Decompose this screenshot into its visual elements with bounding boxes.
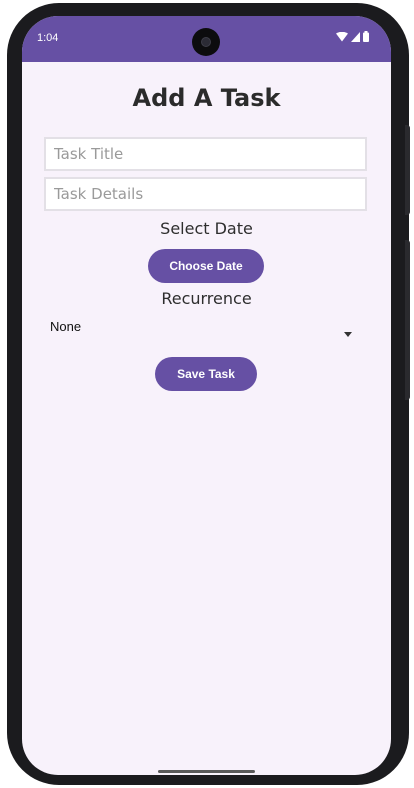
task-details-input[interactable] (44, 177, 367, 211)
app-screen: 1:04 Add A Task Task Title Task Details … (22, 16, 391, 775)
power-button (405, 240, 410, 400)
home-indicator[interactable] (158, 770, 255, 773)
status-time: 1:04 (37, 32, 59, 44)
task-title-input[interactable] (44, 137, 367, 171)
recurrence-label: Recurrence (161, 289, 252, 308)
dropdown-arrow-icon (344, 332, 352, 337)
signal-icon (351, 31, 360, 42)
front-camera (192, 28, 220, 56)
save-task-button[interactable]: Save Task (155, 357, 257, 391)
battery-icon (363, 31, 369, 42)
status-bar: 1:04 (22, 16, 391, 62)
choose-date-button[interactable]: Choose Date (148, 249, 264, 283)
select-date-label: Select Date (160, 219, 253, 238)
volume-button (405, 125, 410, 215)
page-title: Add A Task (132, 84, 281, 112)
wifi-icon (336, 31, 348, 42)
camera-lens (201, 37, 211, 47)
recurrence-selected-value: None (50, 319, 82, 334)
recurrence-dropdown[interactable]: None (48, 316, 358, 350)
status-icons (336, 31, 369, 42)
